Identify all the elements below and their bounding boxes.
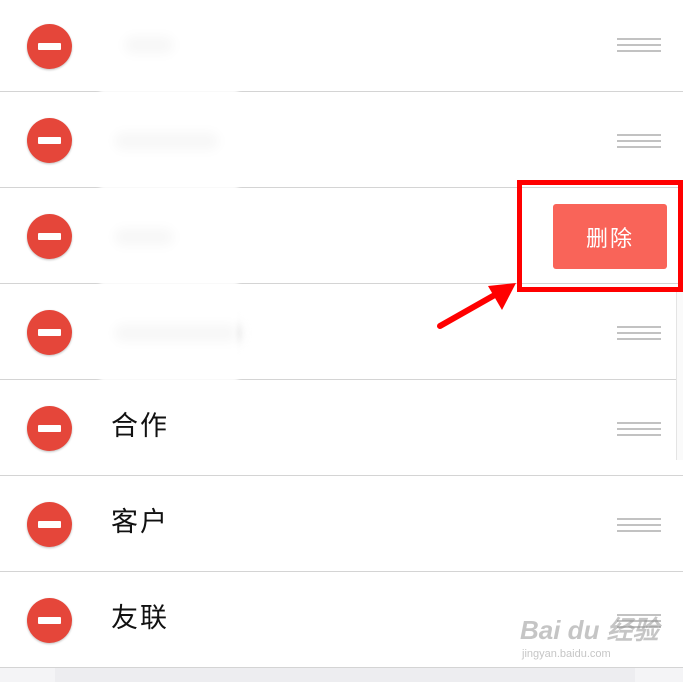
remove-icon[interactable] — [27, 406, 72, 451]
remove-icon[interactable] — [27, 502, 72, 547]
list-item-label: 合作 — [111, 411, 169, 442]
bottom-bar — [0, 668, 683, 682]
drag-handle-icon[interactable] — [617, 38, 661, 52]
drag-handle-icon[interactable] — [617, 134, 661, 148]
annotation-highlight-box — [517, 180, 683, 292]
remove-icon[interactable] — [27, 310, 72, 355]
list-item-label: 客户 — [111, 507, 169, 538]
watermark-logo: Bai du 经验 — [520, 615, 659, 645]
remove-icon[interactable] — [27, 214, 72, 259]
remove-icon[interactable] — [27, 118, 72, 163]
arrow-icon — [437, 283, 516, 329]
scroll-edge — [676, 290, 683, 460]
edit-list-screen: 合作 客户 友联 删除 Bai du 经验 jingyan.baidu.com — [0, 0, 683, 682]
remove-icon[interactable] — [27, 24, 72, 69]
list-item-label: 友联 — [111, 603, 169, 634]
drag-handle-icon[interactable] — [617, 518, 661, 532]
list-item: 客户 — [0, 476, 683, 572]
drag-handle-icon[interactable] — [617, 422, 661, 436]
baidu-watermark: Bai du 经验 jingyan.baidu.com — [520, 610, 670, 668]
drag-handle-icon[interactable] — [617, 326, 661, 340]
watermark-url: jingyan.baidu.com — [522, 648, 611, 660]
privacy-blur-overlay — [100, 22, 238, 400]
remove-icon[interactable] — [27, 598, 72, 643]
